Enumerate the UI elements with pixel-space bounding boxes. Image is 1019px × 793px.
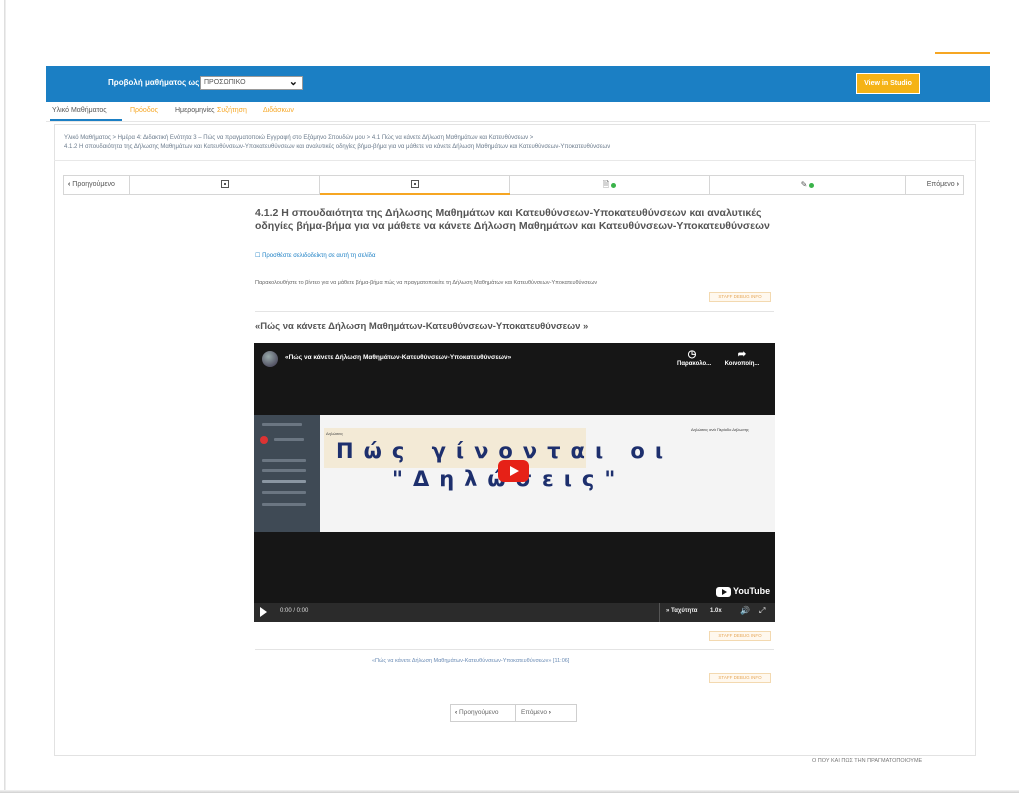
active-tab-indicator (50, 119, 122, 121)
video-heading: «Πώς να κάνετε Δήλωση Μαθημάτων-Κατευθύν… (255, 321, 589, 332)
video-controls: 0:00 / 0:00 » Ταχύτητα 1.0x 🔊 ⤢ (254, 603, 775, 622)
bottom-next-button[interactable]: Επόμενο › (516, 704, 577, 722)
view-as-label: Προβολή μαθήματος ως: (108, 78, 202, 87)
sequence-item-3[interactable]: 🗎 (510, 176, 710, 194)
sequence-next-label: Επόμενο (926, 181, 955, 188)
frame-shadow-left (4, 0, 6, 793)
speed-button[interactable]: » Ταχύτητα (666, 608, 697, 614)
video-link[interactable]: «Πώς να κάνετε Δήλωση Μαθημάτων-Κατευθύν… (372, 658, 569, 664)
youtube-label: YouTube (733, 586, 771, 596)
unit-title: 4.1.2 Η σπουδαιότητα της Δήλωσης Μαθημάτ… (255, 207, 770, 232)
tab-instructor[interactable]: Διδάσκων (263, 106, 294, 115)
video-unit-icon (220, 180, 229, 189)
watch-later-button[interactable]: ◷ Παρακολο... (677, 349, 711, 367)
top-accent-line (935, 52, 990, 54)
document-icon: 🗎 (602, 180, 610, 189)
tab-discussion[interactable]: Συζήτηση (217, 106, 247, 115)
breadcrumb-current: 4.1.2 Η σπουδαιότητα της Δήλωσης Μαθημάτ… (64, 144, 611, 150)
chevron-right-icon: › (956, 181, 959, 188)
video-screen-right-header: Δηλώσεις ανά Περίοδο Δήλωσης (691, 427, 749, 432)
tab-progress[interactable]: Πρόοδος (130, 106, 158, 115)
breadcrumb[interactable]: Υλικό Μαθήματος > Ημέρα 4: Διδακτική Ενό… (64, 135, 533, 141)
clock-icon: ◷ (687, 349, 697, 360)
video-title[interactable]: «Πώς να κάνετε Δήλωση Μαθημάτων-Κατευθύν… (285, 354, 511, 361)
view-as-select[interactable]: ΠΡΟΣΩΠΙΚΟ ⌄ (200, 76, 303, 90)
channel-avatar[interactable] (262, 351, 278, 367)
staff-debug-button[interactable]: STAFF DEBUG INFO (709, 673, 771, 683)
share-label: Κοινοποίη... (724, 361, 760, 367)
bookmark-label: Προσθέστε σελιδοδείκτη σε αυτή τη σελίδα (262, 253, 376, 259)
sequence-item-4[interactable]: ✎ (710, 176, 906, 194)
speed-value[interactable]: 1.0x (710, 608, 722, 614)
divider (54, 160, 976, 161)
sequence-active-indicator (320, 193, 510, 195)
video-player[interactable]: «Πώς να κάνετε Δήλωση Μαθημάτων-Κατευθύν… (254, 343, 775, 622)
chevron-left-icon: ‹ (455, 709, 458, 716)
edit-icon: ✎ (800, 180, 808, 189)
chevron-right-icon: › (548, 709, 551, 716)
tab-course[interactable]: Υλικό Μαθήματος (52, 106, 107, 115)
share-icon: ➦ (737, 349, 747, 360)
bottom-prev-button[interactable]: ‹ Προηγούμενο (450, 704, 516, 722)
bottom-prev-label: Προηγούμενο (458, 709, 499, 716)
page-frame: Προβολή μαθήματος ως: ΠΡΟΣΩΠΙΚΟ ⌄ View i… (0, 0, 1019, 793)
sequence-prev-button[interactable]: ‹ Προηγούμενο (64, 176, 130, 194)
sidebar-line (262, 491, 306, 494)
watch-later-label: Παρακολο... (677, 361, 712, 367)
sidebar-line (262, 423, 302, 426)
completed-check-icon (611, 182, 617, 188)
bottom-next-label: Επόμενο (521, 709, 547, 716)
video-frame: Δηλώσεις Δηλώσεις ανά Περίοδο Δήλωσης Πώ… (254, 415, 775, 532)
sidebar-line (262, 459, 306, 462)
sequence-item-1[interactable] (130, 176, 320, 194)
chevron-left-icon: ‹ (68, 181, 71, 188)
view-in-studio-button[interactable]: View in Studio (856, 73, 920, 94)
intro-text: Παρακολουθήστε το βίντεο για να μάθετε β… (255, 280, 598, 286)
logo-icon (260, 436, 268, 444)
view-as-value: ΠΡΟΣΩΠΙΚΟ (204, 79, 246, 86)
tab-dates[interactable]: Ημερομηνίες (175, 106, 215, 115)
staff-debug-button[interactable]: STAFF DEBUG INFO (709, 631, 771, 641)
completed-check-icon (809, 182, 815, 188)
sidebar-line (262, 480, 306, 483)
video-unit-icon (410, 180, 419, 189)
youtube-logo[interactable]: YouTube (716, 586, 770, 597)
bookmark-button[interactable]: ☐ Προσθέστε σελιδοδείκτη σε αυτή τη σελί… (255, 252, 375, 259)
volume-icon[interactable]: 🔊 (740, 606, 750, 615)
sidebar-line (262, 469, 306, 472)
video-screen-header: Δηλώσεις (326, 431, 344, 436)
sidebar-line (262, 503, 306, 506)
play-button-icon[interactable] (498, 460, 529, 482)
sidebar-line (274, 438, 304, 441)
fullscreen-icon[interactable]: ⤢ (759, 606, 765, 616)
sequence-prev-label: Προηγούμενο (72, 181, 115, 188)
staff-debug-button[interactable]: STAFF DEBUG INFO (709, 292, 771, 302)
share-button[interactable]: ➦ Κοινοποίη... (722, 349, 762, 367)
play-icon[interactable] (260, 607, 267, 617)
footer-text: Ο ΠΟΥ ΚΑΙ ΠΩΣ ΤΗΝ ΠΡΑΓΜΑΤΟΠΟΙΟΥΜΕ (812, 758, 923, 764)
chevron-down-icon: ⌄ (288, 76, 298, 88)
bookmark-icon: ☐ (255, 253, 261, 259)
divider (255, 649, 774, 650)
divider (255, 311, 774, 312)
video-time: 0:00 / 0:00 (280, 608, 309, 614)
sequence-next-button[interactable]: Επόμενο › (906, 176, 963, 194)
youtube-icon (716, 586, 731, 597)
sequence-item-2[interactable] (320, 176, 510, 194)
divider (659, 603, 660, 622)
video-sidebar-mock (254, 415, 320, 532)
